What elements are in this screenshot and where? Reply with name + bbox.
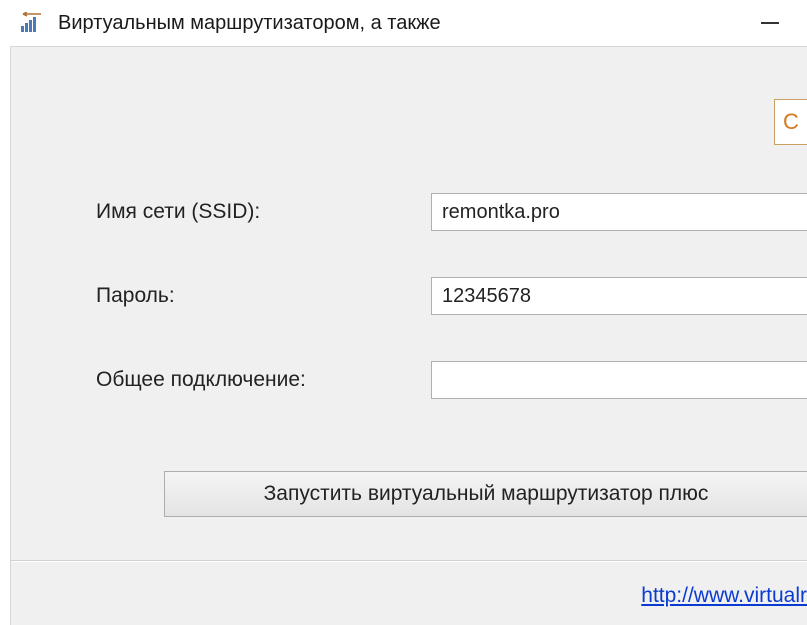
ssid-label: Имя сети (SSID): xyxy=(96,200,431,224)
row-shared-connection: Общее подключение: xyxy=(96,361,807,399)
form: Имя сети (SSID): Пароль: Общее подключен… xyxy=(96,193,807,445)
password-label: Пароль: xyxy=(96,284,431,308)
client-area: С Имя сети (SSID): Пароль: Общее подключ… xyxy=(10,46,807,625)
ssid-input[interactable] xyxy=(431,193,807,231)
footer-link[interactable]: http://www.virtualr xyxy=(641,584,807,608)
top-right-button-label: С xyxy=(783,109,799,135)
footer-divider xyxy=(11,560,807,562)
shared-connection-select[interactable] xyxy=(431,361,807,399)
top-right-button[interactable]: С xyxy=(774,99,807,145)
minimize-button[interactable] xyxy=(761,14,779,32)
minimize-icon xyxy=(761,22,779,24)
row-ssid: Имя сети (SSID): xyxy=(96,193,807,231)
start-router-button[interactable]: Запустить виртуальный маршрутизатор плюс xyxy=(164,471,807,517)
row-password: Пароль: xyxy=(96,277,807,315)
shared-connection-label: Общее подключение: xyxy=(96,368,431,392)
start-router-button-label: Запустить виртуальный маршрутизатор плюс xyxy=(264,482,709,506)
window-title: Виртуальным маршрутизатором, а также xyxy=(58,12,441,35)
titlebar: Виртуальным маршрутизатором, а также xyxy=(0,0,807,46)
password-input[interactable] xyxy=(431,277,807,315)
footer-link-text: http://www.virtualr xyxy=(641,584,807,607)
app-icon xyxy=(20,11,44,35)
app-window: Виртуальным маршрутизатором, а также С И… xyxy=(0,0,807,625)
